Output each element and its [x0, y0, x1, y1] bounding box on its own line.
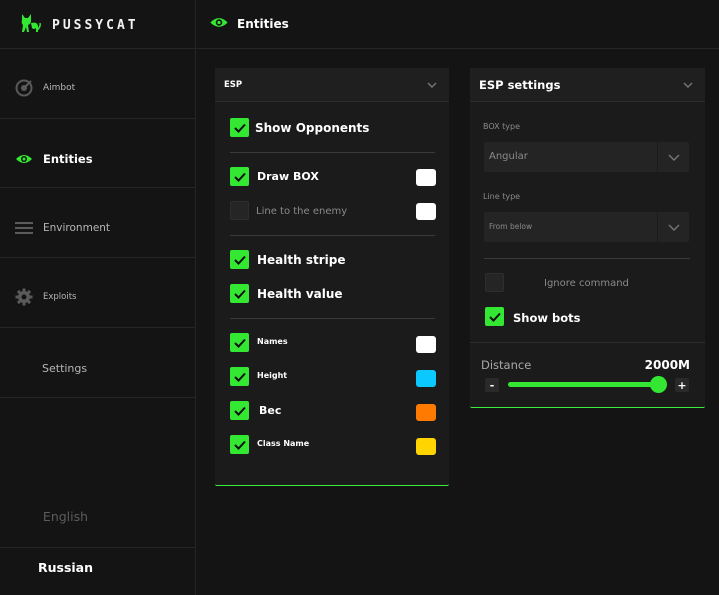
- chevron-down-icon: [657, 212, 689, 242]
- names-label: Names: [257, 337, 288, 346]
- distance-slider-track[interactable]: [508, 376, 667, 393]
- class-name-checkbox[interactable]: [230, 435, 249, 454]
- show-bots-label: Show bots: [513, 311, 581, 325]
- sidebar-item-label: Settings: [42, 361, 88, 375]
- divider: [470, 342, 705, 343]
- distance-slider-fill: [508, 382, 658, 387]
- esp-settings-title: ESP settings: [479, 77, 561, 92]
- sidebar-item-label: Aimbot: [43, 83, 76, 93]
- show-opponents-label: Show Opponents: [255, 121, 370, 135]
- ignore-command-label: Ignore command: [544, 278, 629, 289]
- sidebar-item-label: Entities: [43, 152, 93, 166]
- distance-label: Distance: [481, 358, 532, 372]
- sidebar-item-label: Exploits: [43, 292, 77, 302]
- bec-color-swatch[interactable]: [416, 404, 436, 421]
- names-checkbox[interactable]: [230, 333, 249, 352]
- class-name-color-swatch[interactable]: [416, 438, 436, 455]
- divider: [0, 257, 195, 258]
- divider: [0, 397, 195, 398]
- sidebar-item-settings[interactable]: Settings: [0, 334, 195, 402]
- line-to-enemy-label: Line to the enemy: [256, 206, 348, 217]
- esp-panel-title: ESP: [224, 79, 243, 90]
- divider: [0, 187, 195, 188]
- eye-icon: [209, 14, 229, 33]
- top-bar: Entities: [196, 0, 719, 49]
- brand-name: PUSSYCAT: [52, 17, 139, 33]
- draw-box-color-swatch[interactable]: [416, 169, 436, 186]
- divider: [230, 318, 435, 319]
- brand: PUSSYCAT: [20, 14, 139, 36]
- draw-box-label: Draw BOX: [257, 170, 319, 183]
- bec-checkbox[interactable]: [230, 401, 249, 420]
- height-color-swatch[interactable]: [416, 370, 436, 387]
- health-stripe-checkbox[interactable]: [230, 250, 249, 269]
- divider: [0, 48, 195, 49]
- chevron-down-icon[interactable]: [425, 78, 439, 92]
- chevron-down-icon: [657, 142, 689, 172]
- esp-settings-header: ESP settings: [470, 68, 705, 102]
- box-type-value: Angular: [489, 151, 528, 162]
- divider: [230, 152, 435, 153]
- line-type-label: Line type: [483, 192, 521, 201]
- line-to-enemy-color-swatch[interactable]: [416, 203, 436, 220]
- divider: [230, 235, 435, 236]
- esp-settings-panel: ESP settings BOX type Angular Line type …: [470, 68, 705, 408]
- distance-increase-button[interactable]: +: [675, 378, 689, 392]
- sidebar-item-aimbot[interactable]: Aimbot: [0, 54, 195, 122]
- page-title-text: Entities: [237, 16, 289, 31]
- language-russian[interactable]: Russian: [0, 560, 163, 575]
- eye-icon: [14, 149, 34, 169]
- distance-value: 2000M: [644, 358, 690, 372]
- sidebar-item-environment[interactable]: Environment: [0, 194, 195, 262]
- names-color-swatch[interactable]: [416, 336, 436, 353]
- show-opponents-checkbox[interactable]: [230, 118, 249, 137]
- health-value-checkbox[interactable]: [230, 284, 249, 303]
- health-stripe-label: Health stripe: [257, 253, 346, 267]
- sidebar-item-label: Environment: [43, 222, 111, 234]
- class-name-label: Class Name: [257, 439, 310, 448]
- chevron-down-icon[interactable]: [681, 78, 695, 92]
- esp-panel: ESP Show Opponents Draw BOX Line to the …: [215, 68, 449, 486]
- distance-decrease-button[interactable]: -: [485, 378, 499, 392]
- esp-panel-header: ESP: [215, 68, 449, 102]
- box-type-dropdown[interactable]: Angular: [484, 142, 689, 172]
- draw-box-checkbox[interactable]: [230, 167, 249, 186]
- divider: [484, 258, 690, 259]
- menu-icon: [14, 218, 34, 238]
- distance-slider-thumb[interactable]: [650, 376, 667, 393]
- page-title: Entities: [209, 14, 289, 33]
- ignore-command-checkbox[interactable]: [485, 273, 504, 292]
- sidebar-item-entities[interactable]: Entities: [0, 125, 195, 193]
- divider: [0, 327, 195, 328]
- show-bots-checkbox[interactable]: [485, 307, 504, 326]
- cat-logo-icon: [20, 13, 42, 37]
- line-type-dropdown[interactable]: From below: [484, 212, 689, 242]
- line-to-enemy-checkbox[interactable]: [230, 201, 249, 220]
- sidebar-item-exploits[interactable]: Exploits: [0, 263, 195, 331]
- sidebar: PUSSYCAT Aimbot Entities Environment Exp…: [0, 0, 196, 595]
- bec-label: Bec: [259, 404, 282, 417]
- language-english[interactable]: English: [0, 509, 163, 524]
- divider: [0, 547, 195, 548]
- target-icon: [14, 78, 34, 98]
- box-type-label: BOX type: [483, 122, 521, 131]
- health-value-label: Health value: [257, 287, 343, 301]
- height-checkbox[interactable]: [230, 367, 249, 386]
- height-label: Height: [257, 371, 288, 380]
- divider: [0, 118, 195, 119]
- gear-icon: [14, 287, 34, 307]
- line-type-value: From below: [489, 222, 533, 231]
